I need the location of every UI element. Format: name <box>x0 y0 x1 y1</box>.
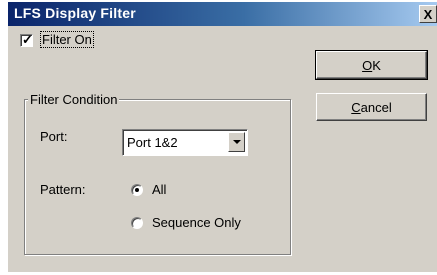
title-bar[interactable]: LFS Display Filter X <box>8 2 437 26</box>
filter-condition-group <box>24 99 291 255</box>
port-select-value: Port 1&2 <box>127 135 178 150</box>
close-icon: X <box>423 7 433 22</box>
chevron-down-icon[interactable] <box>228 132 245 152</box>
port-select[interactable]: Port 1&2 <box>122 129 248 156</box>
close-button[interactable]: X <box>419 5 437 23</box>
pattern-label: Pattern: <box>40 182 86 197</box>
pattern-sequence-only-label[interactable]: Sequence Only <box>152 215 241 230</box>
cancel-button-label: Cancel <box>351 100 392 115</box>
lfs-display-filter-dialog: LFS Display Filter X ✓ Filter On Filter … <box>8 2 437 272</box>
pattern-all-label[interactable]: All <box>152 182 166 197</box>
cancel-button[interactable]: Cancel <box>316 93 427 121</box>
radio-selected-dot <box>135 188 139 192</box>
ok-button[interactable]: OK <box>315 50 428 80</box>
filter-on-label-text: Filter On <box>40 31 94 48</box>
ok-button-label: OK <box>362 58 381 73</box>
filter-condition-title: Filter Condition <box>28 92 120 107</box>
filter-on-label[interactable]: Filter On <box>40 31 94 48</box>
window-title: LFS Display Filter <box>14 5 136 21</box>
checkmark-icon: ✓ <box>22 32 33 47</box>
pattern-all-radio[interactable] <box>131 184 143 196</box>
filter-on-checkbox[interactable]: ✓ <box>20 32 33 47</box>
pattern-sequence-only-radio[interactable] <box>131 217 143 229</box>
port-label: Port: <box>40 129 68 144</box>
